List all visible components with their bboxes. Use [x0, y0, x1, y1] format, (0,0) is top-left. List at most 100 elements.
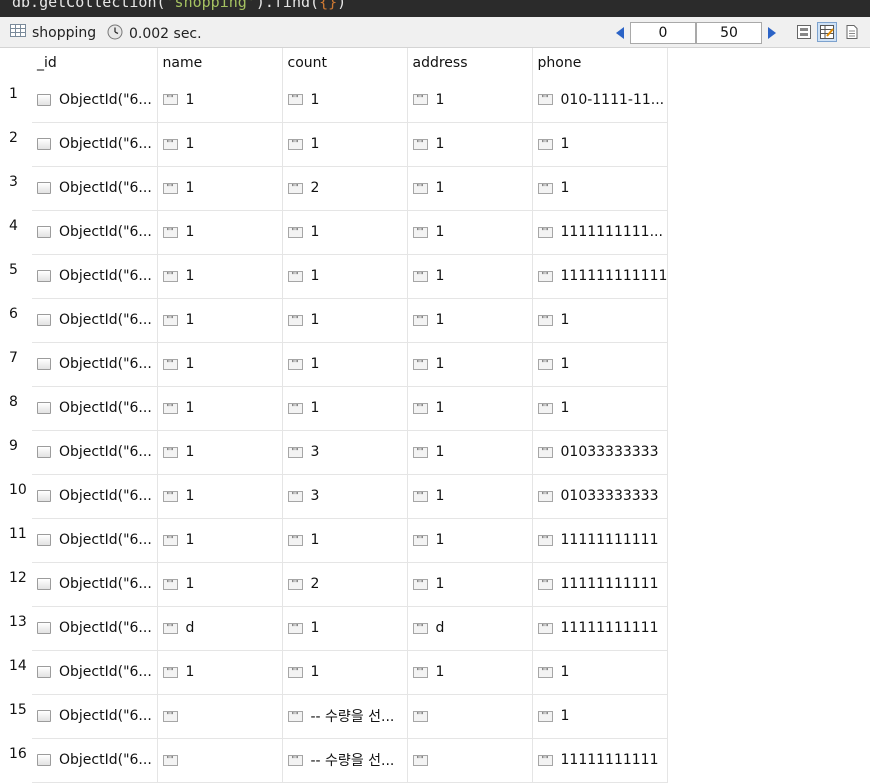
column-header-name[interactable]: name [157, 48, 283, 78]
cell-count[interactable]: "" 1 [282, 254, 408, 299]
cell-phone[interactable]: "" 01033333333 [532, 430, 669, 475]
cell-name[interactable]: "" [157, 738, 283, 783]
cell-count[interactable]: "" 1 [282, 298, 408, 343]
column-header-id[interactable]: _id [32, 48, 158, 78]
cell-phone[interactable]: "" 1 [532, 694, 669, 739]
limit-input[interactable]: 50 [696, 22, 762, 44]
cell-id[interactable]: ObjectId("6... [32, 694, 158, 739]
query-editor[interactable]: db.getCollection('shopping').find({}) [0, 0, 870, 17]
cell-phone[interactable]: "" 1 [532, 342, 669, 387]
cell-id[interactable]: ObjectId("6... [32, 210, 158, 255]
skip-input[interactable]: 0 [630, 22, 696, 44]
cell-id[interactable]: ObjectId("6... [32, 254, 158, 299]
cell-count[interactable]: "" 1 [282, 78, 408, 123]
cell-address[interactable]: "" 1 [407, 298, 533, 343]
cell-id[interactable]: ObjectId("6... [32, 738, 158, 783]
cell-phone[interactable]: "" 1 [532, 166, 669, 211]
cell-count[interactable]: "" 1 [282, 386, 408, 431]
cell-phone[interactable]: "" 010-1111-11... [532, 78, 669, 123]
cell-id[interactable]: ObjectId("6... [32, 606, 158, 651]
cell-id[interactable]: ObjectId("6... [32, 430, 158, 475]
cell-address[interactable]: "" 1 [407, 166, 533, 211]
table-row[interactable]: 16 ObjectId("6... "" "" -- 수량을 선... "" "" 11111… [0, 738, 669, 783]
table-row[interactable]: 12 ObjectId("6... "" 1 "" 2 "" 1 "" 11111111111 [0, 562, 669, 607]
table-row[interactable]: 9 ObjectId("6... "" 1 "" 3 "" 1 "" 01033333333 [0, 430, 669, 475]
cell-count[interactable]: "" 3 [282, 474, 408, 519]
cell-count[interactable]: "" 1 [282, 342, 408, 387]
table-row[interactable]: 5 ObjectId("6... "" 1 "" 1 "" 1 "" 111111111111 [0, 254, 669, 299]
cell-address[interactable]: "" 1 [407, 386, 533, 431]
cell-name[interactable]: "" 1 [157, 78, 283, 123]
cell-phone[interactable]: "" 11111111111 [532, 738, 669, 783]
cell-address[interactable]: "" 1 [407, 210, 533, 255]
table-row[interactable]: 4 ObjectId("6... "" 1 "" 1 "" 1 "" 1111111111... [0, 210, 669, 255]
cell-name[interactable]: "" 1 [157, 166, 283, 211]
table-view-icon[interactable] [817, 22, 837, 42]
cell-count[interactable]: "" 1 [282, 518, 408, 563]
cell-phone[interactable]: "" 1 [532, 386, 669, 431]
cell-name[interactable]: "" d [157, 606, 283, 651]
table-row[interactable]: 10 ObjectId("6... "" 1 "" 3 "" 1 "" 01033333333 [0, 474, 669, 519]
table-row[interactable]: 2 ObjectId("6... "" 1 "" 1 "" 1 "" 1 [0, 122, 669, 167]
tree-view-icon[interactable] [796, 24, 812, 40]
cell-name[interactable]: "" [157, 694, 283, 739]
cell-name[interactable]: "" 1 [157, 430, 283, 475]
cell-count[interactable]: "" 2 [282, 166, 408, 211]
column-header-count[interactable]: count [282, 48, 408, 78]
cell-name[interactable]: "" 1 [157, 210, 283, 255]
cell-count[interactable]: "" -- 수량을 선... [282, 738, 408, 783]
cell-phone[interactable]: "" 111111111111 [532, 254, 669, 299]
cell-address[interactable]: "" 1 [407, 78, 533, 123]
cell-count[interactable]: "" 2 [282, 562, 408, 607]
table-row[interactable]: 15 ObjectId("6... "" "" -- 수량을 선... "" "" 1 [0, 694, 669, 739]
cell-count[interactable]: "" 1 [282, 210, 408, 255]
table-row[interactable]: 6 ObjectId("6... "" 1 "" 1 "" 1 "" 1 [0, 298, 669, 343]
cell-address[interactable]: "" 1 [407, 430, 533, 475]
cell-phone[interactable]: "" 11111111111 [532, 518, 669, 563]
cell-id[interactable]: ObjectId("6... [32, 78, 158, 123]
cell-id[interactable]: ObjectId("6... [32, 474, 158, 519]
cell-name[interactable]: "" 1 [157, 474, 283, 519]
cell-id[interactable]: ObjectId("6... [32, 386, 158, 431]
cell-name[interactable]: "" 1 [157, 122, 283, 167]
cell-count[interactable]: "" 1 [282, 122, 408, 167]
cell-address[interactable]: "" 1 [407, 518, 533, 563]
cell-address[interactable]: "" 1 [407, 474, 533, 519]
next-page-icon[interactable] [768, 27, 776, 39]
table-row[interactable]: 11 ObjectId("6... "" 1 "" 1 "" 1 "" 11111111111 [0, 518, 669, 563]
cell-name[interactable]: "" 1 [157, 386, 283, 431]
cell-count[interactable]: "" 3 [282, 430, 408, 475]
cell-name[interactable]: "" 1 [157, 254, 283, 299]
cell-id[interactable]: ObjectId("6... [32, 298, 158, 343]
cell-id[interactable]: ObjectId("6... [32, 342, 158, 387]
cell-address[interactable]: "" 1 [407, 562, 533, 607]
cell-phone[interactable]: "" 11111111111 [532, 562, 669, 607]
table-row[interactable]: 3 ObjectId("6... "" 1 "" 2 "" 1 "" 1 [0, 166, 669, 211]
table-row[interactable]: 13 ObjectId("6... "" d "" 1 "" d "" 11111111111 [0, 606, 669, 651]
column-header-phone[interactable]: phone [532, 48, 669, 78]
cell-name[interactable]: "" 1 [157, 298, 283, 343]
cell-count[interactable]: "" 1 [282, 606, 408, 651]
cell-address[interactable]: "" d [407, 606, 533, 651]
cell-count[interactable]: "" -- 수량을 선... [282, 694, 408, 739]
cell-id[interactable]: ObjectId("6... [32, 122, 158, 167]
table-row[interactable]: 1 ObjectId("6... "" 1 "" 1 "" 1 "" 010-1111-11... [0, 78, 669, 123]
column-header-address[interactable]: address [407, 48, 533, 78]
cell-phone[interactable]: "" 1 [532, 122, 669, 167]
cell-id[interactable]: ObjectId("6... [32, 518, 158, 563]
cell-address[interactable]: "" [407, 738, 533, 783]
table-row[interactable]: 8 ObjectId("6... "" 1 "" 1 "" 1 "" 1 [0, 386, 669, 431]
prev-page-icon[interactable] [616, 27, 624, 39]
cell-address[interactable]: "" 1 [407, 122, 533, 167]
cell-name[interactable]: "" 1 [157, 562, 283, 607]
cell-phone[interactable]: "" 1111111111... [532, 210, 669, 255]
cell-id[interactable]: ObjectId("6... [32, 562, 158, 607]
cell-name[interactable]: "" 1 [157, 518, 283, 563]
cell-address[interactable]: "" [407, 694, 533, 739]
text-view-icon[interactable] [844, 24, 860, 40]
cell-phone[interactable]: "" 01033333333 [532, 474, 669, 519]
cell-name[interactable]: "" 1 [157, 342, 283, 387]
table-row[interactable]: 7 ObjectId("6... "" 1 "" 1 "" 1 "" 1 [0, 342, 669, 387]
cell-id[interactable]: ObjectId("6... [32, 166, 158, 211]
cell-address[interactable]: "" 1 [407, 254, 533, 299]
